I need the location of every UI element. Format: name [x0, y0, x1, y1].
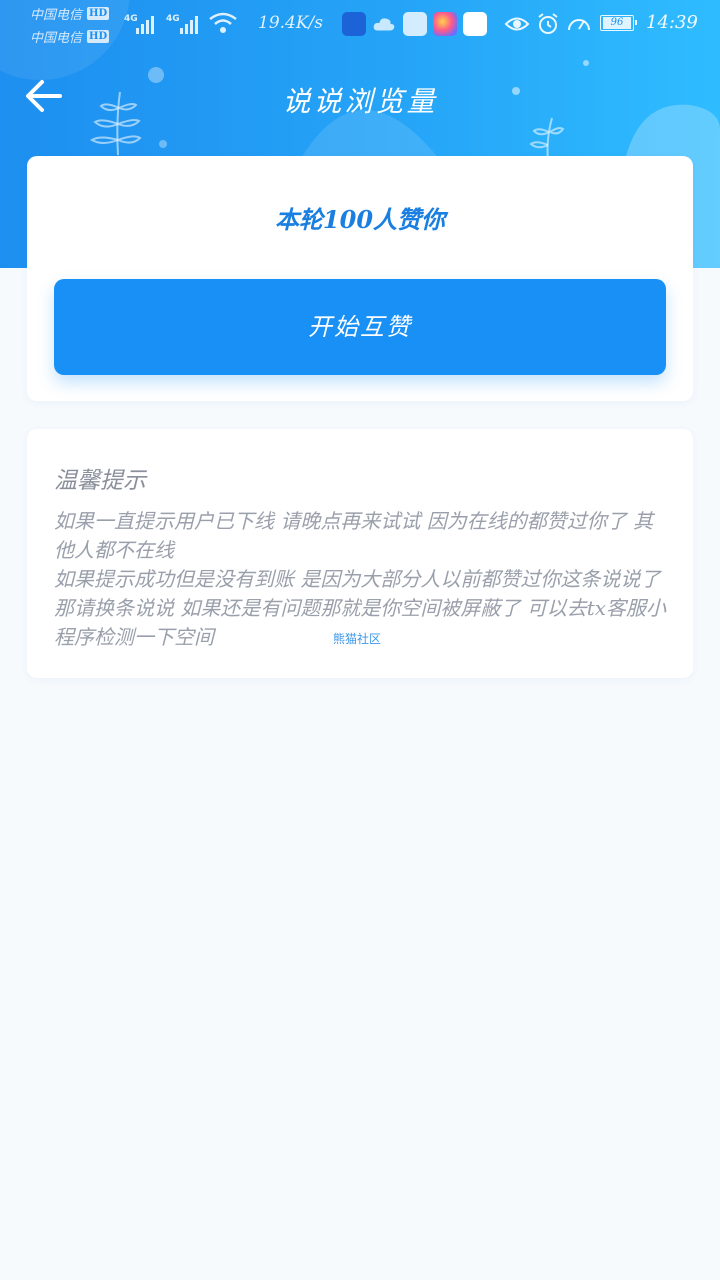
- delivery-icon: [403, 12, 427, 36]
- wifi-icon: [209, 12, 237, 33]
- eye-icon: [504, 17, 530, 31]
- svg-text:4G: 4G: [124, 14, 138, 24]
- svg-text:4G: 4G: [166, 14, 180, 24]
- alarm-icon: [538, 13, 558, 34]
- start-mutual-like-button[interactable]: 开始互赞: [54, 279, 666, 375]
- tips-line-1: 如果一直提示用户已下线 请晚点再来试试 因为在线的都赞过你了 其他人都不在线: [54, 509, 654, 562]
- net-speed: 19.4K/s: [258, 13, 324, 33]
- square-app-icon: [463, 12, 487, 36]
- battery-level: 96: [603, 17, 631, 29]
- hd-badge: HD: [87, 30, 110, 43]
- carrier-2: 中国电信 HD: [30, 27, 110, 46]
- speed-icon: [568, 19, 590, 31]
- round-like-count: 本轮100人赞你: [274, 205, 446, 234]
- signal-icon: 4G: [124, 14, 154, 34]
- carrier-2-label: 中国电信: [30, 31, 83, 46]
- colorful-app-icon: [433, 12, 457, 36]
- battery-icon: 96: [600, 15, 637, 31]
- like-card: 本轮100人赞你 开始互赞: [27, 156, 693, 401]
- tips-title: 温馨提示: [54, 468, 146, 494]
- cloud-icon: [373, 18, 395, 31]
- watermark-label: 熊猫社区: [333, 632, 382, 646]
- hd-badge: HD: [87, 7, 110, 20]
- app-icon: [342, 12, 366, 36]
- tips-card: 温馨提示 如果一直提示用户已下线 请晚点再来试试 因为在线的都赞过你了 其他人都…: [27, 429, 693, 678]
- page-title: 说说浏览量: [282, 85, 438, 118]
- status-bar: 中国电信 HD 中国电信 HD 4G 4G 19.4K/s 96 14:39: [0, 0, 720, 48]
- carrier-1-label: 中国电信: [30, 8, 83, 23]
- signal-icon: 4G: [166, 14, 198, 34]
- status-time: 14:39: [646, 12, 698, 33]
- carrier-1: 中国电信 HD: [30, 4, 110, 23]
